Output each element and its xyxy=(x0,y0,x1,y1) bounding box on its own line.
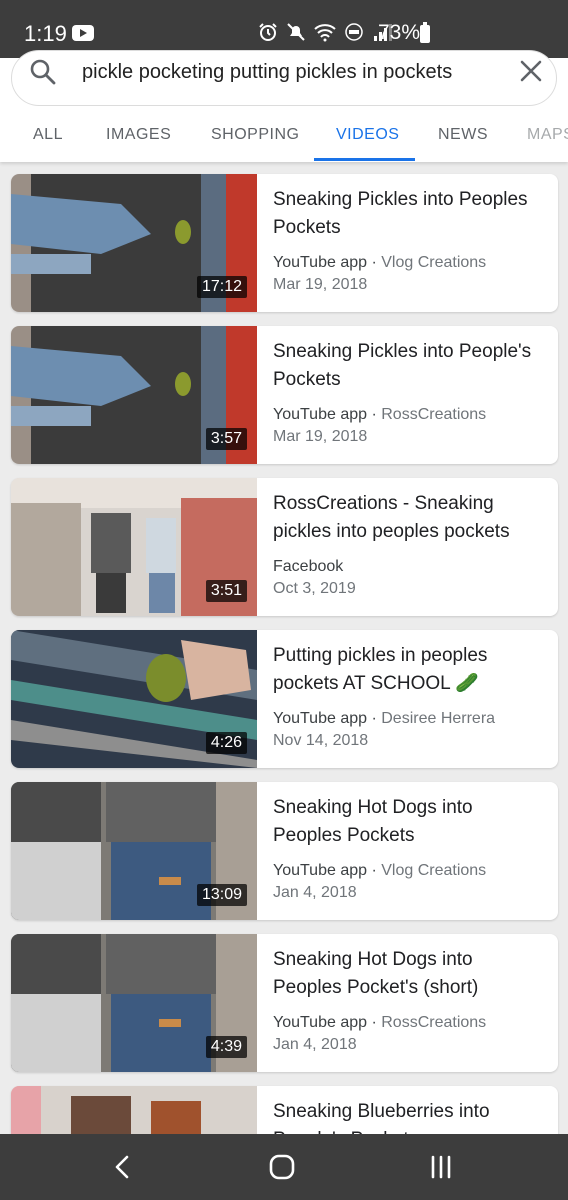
video-thumbnail[interactable]: 4:39 xyxy=(11,934,257,1072)
status-time: 1:19 xyxy=(24,21,67,46)
video-duration: 3:51 xyxy=(205,580,247,602)
video-title[interactable]: Sneaking Hot Dogs into Peoples Pockets xyxy=(273,794,545,850)
video-duration: 3:57 xyxy=(205,428,247,450)
tab-maps[interactable]: MAPS xyxy=(527,126,568,144)
video-date: Mar 19, 2018 xyxy=(273,428,368,445)
video-date: Oct 3, 2019 xyxy=(273,580,356,597)
channel-name: Vlog Creations xyxy=(381,254,487,271)
video-source: YouTube app · Desiree Herrera xyxy=(273,710,496,727)
channel-name: Desiree Herrera xyxy=(381,710,496,727)
search-header: ALL IMAGES SHOPPING VIDEOS NEWS MAPS xyxy=(0,50,568,162)
battery-icon xyxy=(420,22,430,43)
search-input[interactable] xyxy=(82,57,502,87)
source-name: YouTube app xyxy=(273,862,368,879)
close-icon[interactable] xyxy=(518,58,544,84)
navigation-bar xyxy=(0,1134,568,1200)
tab-shopping[interactable]: SHOPPING xyxy=(211,126,299,144)
video-thumbnail[interactable]: 4:26 xyxy=(11,630,257,768)
video-thumbnail[interactable]: 3:51 xyxy=(11,478,257,616)
back-icon[interactable] xyxy=(108,1152,138,1182)
source-name: Facebook xyxy=(273,558,344,575)
wifi-icon xyxy=(314,24,336,42)
search-tabs: ALL IMAGES SHOPPING VIDEOS NEWS MAPS xyxy=(0,116,568,162)
video-duration: 4:26 xyxy=(205,732,247,754)
video-thumbnail[interactable]: 3:57 xyxy=(11,326,257,464)
video-source: Facebook xyxy=(273,558,343,576)
video-date: Mar 19, 2018 xyxy=(273,276,368,293)
video-date: Nov 14, 2018 xyxy=(273,732,369,749)
alarm-icon xyxy=(259,23,277,41)
video-title[interactable]: Sneaking Pickles into People's Pockets xyxy=(273,338,545,394)
channel-name: Vlog Creations xyxy=(381,862,487,879)
channel-name: RossCreations xyxy=(381,406,487,423)
source-name: YouTube app xyxy=(273,710,368,727)
tab-videos[interactable]: VIDEOS xyxy=(336,126,399,144)
video-title[interactable]: Sneaking Hot Dogs into Peoples Pocket's … xyxy=(273,946,545,1002)
video-date: Jan 4, 2018 xyxy=(273,1036,357,1053)
source-name: YouTube app xyxy=(273,1014,368,1031)
video-result[interactable]: 3:57 Sneaking Pickles into People's Pock… xyxy=(11,326,558,464)
mute-icon xyxy=(287,23,305,41)
video-result[interactable]: 3:51 RossCreations - Sneaking pickles in… xyxy=(11,478,558,616)
video-title[interactable]: Sneaking Pickles into Peoples Pockets xyxy=(273,186,545,242)
tab-images[interactable]: IMAGES xyxy=(106,126,171,144)
home-icon[interactable] xyxy=(267,1152,297,1182)
video-duration: 13:09 xyxy=(196,884,247,906)
video-duration: 4:39 xyxy=(205,1036,247,1058)
video-thumbnail[interactable]: 17:12 xyxy=(11,174,257,312)
tab-news[interactable]: NEWS xyxy=(438,126,488,144)
tab-all[interactable]: ALL xyxy=(33,126,63,144)
video-title[interactable]: Putting pickles in peoples pockets AT SC… xyxy=(273,642,545,698)
video-result[interactable]: 4:39 Sneaking Hot Dogs into Peoples Pock… xyxy=(11,934,558,1072)
source-name: YouTube app xyxy=(273,254,368,271)
volte-icon xyxy=(345,23,363,41)
channel-name: RossCreations xyxy=(381,1014,487,1031)
source-name: YouTube app xyxy=(273,406,368,423)
youtube-notification-icon xyxy=(72,25,94,41)
video-thumbnail[interactable]: 13:09 xyxy=(11,782,257,920)
video-date: Jan 4, 2018 xyxy=(273,884,357,901)
video-result[interactable]: 4:26 Putting pickles in peoples pockets … xyxy=(11,630,558,768)
search-icon[interactable] xyxy=(28,57,58,87)
active-tab-indicator xyxy=(314,158,415,161)
video-source: YouTube app · RossCreations xyxy=(273,406,487,423)
video-source: YouTube app · Vlog Creations xyxy=(273,254,487,271)
video-duration: 17:12 xyxy=(196,276,247,298)
video-source: YouTube app · RossCreations xyxy=(273,1014,487,1031)
video-title[interactable]: RossCreations - Sneaking pickles into pe… xyxy=(273,490,545,546)
video-result[interactable]: 13:09 Sneaking Hot Dogs into Peoples Poc… xyxy=(11,782,558,920)
status-icons xyxy=(258,22,394,42)
video-source: YouTube app · Vlog Creations xyxy=(273,862,487,879)
battery-percent: 73% xyxy=(378,21,421,44)
video-result[interactable]: 17:12 Sneaking Pickles into Peoples Pock… xyxy=(11,174,558,312)
recents-icon[interactable] xyxy=(426,1152,456,1182)
search-bar[interactable] xyxy=(11,50,557,106)
